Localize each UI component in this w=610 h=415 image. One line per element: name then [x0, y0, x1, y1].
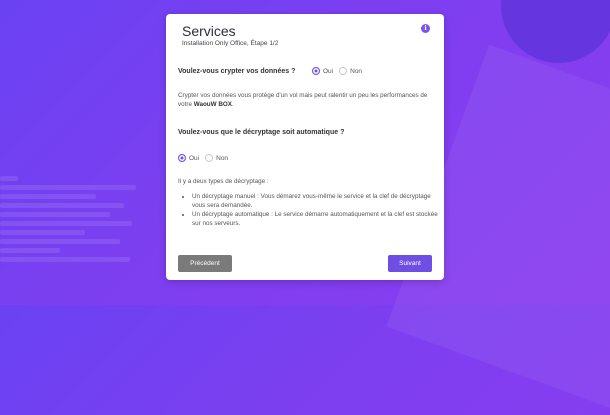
brand-name: WaouW BOX [193, 101, 232, 108]
radio-selected-icon [178, 154, 186, 162]
previous-button[interactable]: Précédent [178, 255, 232, 272]
services-modal: Services Installation Only Office, Étape… [166, 14, 444, 280]
info-icon[interactable]: i [421, 24, 430, 33]
question-auto-decrypt: Voulez-vous que le décryptage soit autom… [178, 129, 345, 136]
radio-unselected-icon [339, 67, 348, 75]
list-item: Un décryptage manuel : Vous démarez vous… [192, 192, 438, 210]
auto-decrypt-no-radio[interactable]: Non [205, 154, 228, 162]
encrypt-yes-radio[interactable]: Oui [312, 67, 333, 75]
decrypt-types-list: Un décryptage manuel : Vous démarez vous… [178, 192, 438, 228]
decrypt-types-intro: Il y a deux types de décryptage : [178, 178, 269, 185]
info-text-end: . [232, 101, 234, 108]
encrypt-no-radio[interactable]: Non [339, 67, 362, 75]
list-item: Un décryptage automatique : Le service d… [192, 210, 438, 228]
encrypt-info-text: Crypter vos données vous protège d'un vo… [178, 91, 430, 109]
background-lines [0, 176, 136, 266]
encrypt-yes-label: Oui [323, 67, 334, 75]
encrypt-no-label: Non [350, 67, 363, 75]
auto-decrypt-no-label: Non [216, 154, 229, 162]
question-encrypt: Voulez-vous crypter vos données ? [178, 68, 296, 75]
modal-title: Services [182, 23, 236, 39]
auto-decrypt-yes-label: Oui [189, 154, 200, 162]
background-circle [501, 0, 610, 63]
auto-decrypt-radio-group: Oui Non [178, 154, 228, 162]
modal-subtitle: Installation Only Office, Étape 1/2 [182, 40, 279, 47]
encrypt-radio-group: Oui Non [312, 67, 362, 75]
radio-selected-icon [312, 67, 320, 75]
next-button[interactable]: Suivant [388, 255, 432, 272]
radio-unselected-icon [205, 154, 214, 162]
auto-decrypt-yes-radio[interactable]: Oui [178, 154, 199, 162]
